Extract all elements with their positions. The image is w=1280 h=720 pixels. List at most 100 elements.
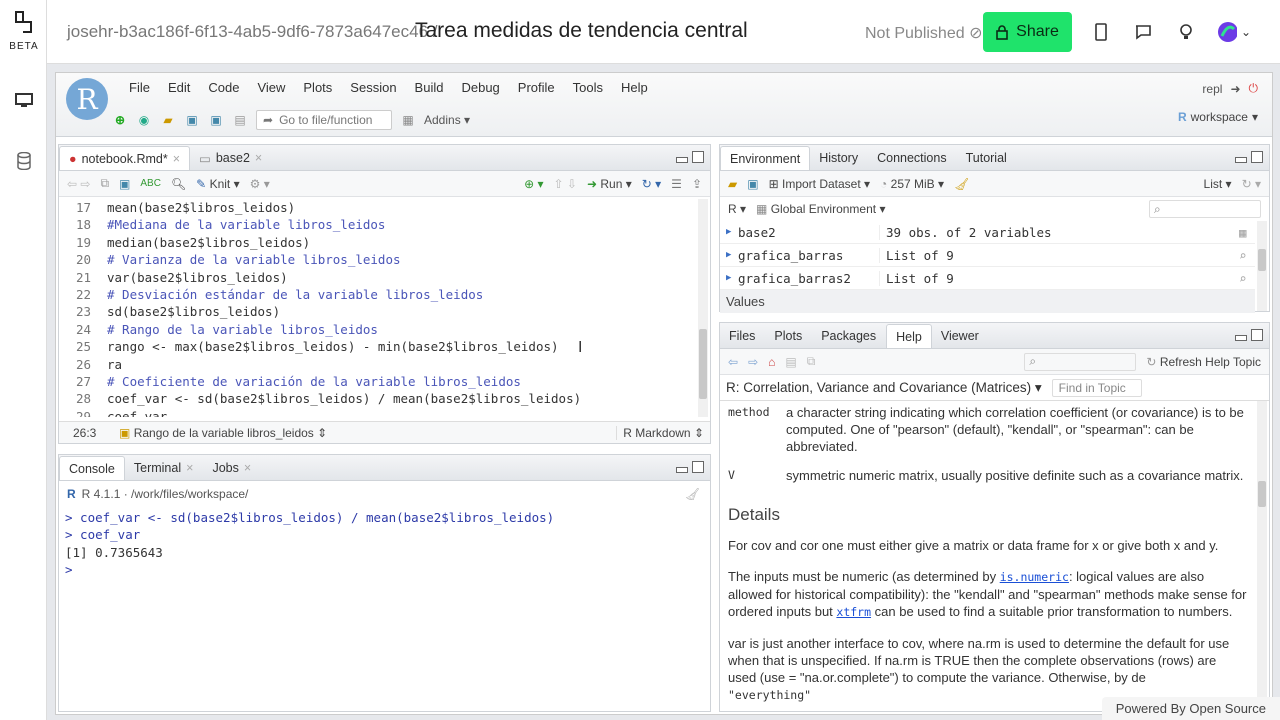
code-line[interactable]: 27 # Coeficiente de variación de la varia… [59, 373, 694, 390]
outline-icon[interactable]: ☰ [671, 177, 682, 191]
database-icon[interactable] [13, 150, 35, 172]
tab-connections[interactable]: Connections [868, 146, 957, 170]
close-icon[interactable]: × [255, 151, 262, 165]
scroll-thumb[interactable] [1258, 481, 1266, 507]
scroll-thumb[interactable] [1258, 249, 1266, 271]
code-line[interactable]: 24 # Rango de la variable libros_leidos [59, 321, 694, 338]
clear-workspace-icon[interactable]: 🧹︎ [954, 177, 969, 191]
grid-icon[interactable]: ▦ [400, 112, 416, 128]
env-row[interactable]: ▶ grafica_barras List of 9 ⌕ [720, 244, 1255, 267]
tab-files[interactable]: Files [720, 324, 765, 348]
share-button[interactable]: Share [983, 12, 1072, 52]
power-icon[interactable]: ⏻ [1249, 81, 1259, 96]
language-menu[interactable]: R ▾ [728, 202, 746, 216]
section-navigator[interactable]: ▣ Rango de la variable libros_leidos ⇕ [115, 426, 327, 440]
expand-icon[interactable]: ▶ [720, 250, 738, 260]
menu-view[interactable]: View [248, 80, 294, 95]
help-search-input[interactable]: ⌕ [1024, 352, 1137, 371]
open-file-icon[interactable]: ▰ [160, 112, 176, 128]
settings-gear-icon[interactable]: ⚙ ▾ [250, 177, 270, 191]
tab-tutorial[interactable]: Tutorial [957, 146, 1017, 170]
lightbulb-icon[interactable] [1176, 22, 1196, 42]
env-scrollbar[interactable] [1257, 221, 1267, 311]
close-icon[interactable]: × [186, 461, 193, 475]
scroll-thumb[interactable] [699, 329, 707, 399]
scope-menu[interactable]: ▦ Global Environment ▾ [756, 202, 885, 216]
table-view-icon[interactable]: ▦ [1239, 225, 1255, 240]
monitor-icon[interactable] [13, 90, 35, 112]
replit-logo[interactable]: BETA [8, 10, 40, 52]
tab-environment[interactable]: Environment [720, 146, 811, 170]
expand-icon[interactable]: ▶ [720, 227, 738, 237]
is-numeric-link[interactable]: is.numeric [1000, 570, 1069, 584]
code-line[interactable]: 23 sd(base2$libros_leidos) [59, 303, 694, 320]
mobile-icon[interactable] [1091, 22, 1111, 42]
spellcheck-icon[interactable]: ABC [140, 178, 161, 189]
tab-viewer[interactable]: Viewer [932, 324, 989, 348]
tab-packages[interactable]: Packages [812, 324, 886, 348]
menu-code[interactable]: Code [199, 80, 248, 95]
env-search-input[interactable]: ⌕ [1149, 200, 1261, 218]
xtfrm-link[interactable]: xtfrm [836, 605, 871, 619]
back-arrow-icon[interactable]: ⇦ [728, 355, 738, 369]
code-editor[interactable]: 17 mean(base2$libros_leidos) 18 #Mediana de… [59, 199, 694, 417]
print-icon[interactable]: ▤ [232, 112, 248, 128]
tab-notebook[interactable]: ● notebook.Rmd* × [59, 146, 191, 170]
code-line[interactable]: 28 coef_var <- sd(base2$libros_leidos) / … [59, 390, 694, 407]
maximize-button[interactable] [1251, 329, 1263, 341]
code-line[interactable]: 20 # Varianza de la variable libros_leido… [59, 251, 694, 268]
expand-icon[interactable]: ▶ [720, 273, 738, 283]
menu-build[interactable]: Build [406, 80, 453, 95]
tab-jobs[interactable]: Jobs × [203, 456, 261, 480]
refresh-help-button[interactable]: ↻ Refresh Help Topic [1146, 355, 1261, 369]
code-line[interactable]: 17 mean(base2$libros_leidos) [59, 199, 694, 216]
menu-edit[interactable]: Edit [159, 80, 199, 95]
env-row[interactable]: ▶ base2 39 obs. of 2 variables ▦ [720, 221, 1255, 244]
tab-history[interactable]: History [810, 146, 868, 170]
menu-session[interactable]: Session [341, 80, 405, 95]
memory-usage[interactable]: ◔ 257 MiB ▾ [880, 177, 944, 191]
env-row[interactable]: ▶ grafica_barras2 List of 9 ⌕ [720, 267, 1255, 290]
code-line[interactable]: 29 coef_var [59, 408, 694, 417]
publish-status[interactable]: Not Published ⊘ [865, 23, 982, 43]
forward-arrow-icon[interactable]: ⇨ [748, 355, 758, 369]
list-view-menu[interactable]: List ▾ [1204, 177, 1232, 191]
knit-button[interactable]: ✎ Knit ▾ [196, 177, 239, 191]
menu-profile[interactable]: Profile [509, 80, 564, 95]
menu-file[interactable]: File [120, 80, 159, 95]
maximize-button[interactable] [1251, 151, 1263, 163]
search-icon[interactable]: ⌕ [1239, 248, 1255, 263]
repl-owner-id[interactable]: josehr-b3ac186f-6f13-4ab5-9df6-7873a647e… [67, 22, 438, 42]
repl-button[interactable]: repl ➜ ⏻ [1202, 81, 1258, 96]
help-scrollbar[interactable] [1257, 401, 1267, 711]
clear-console-icon[interactable]: 🧹︎ [685, 487, 700, 501]
new-project-icon[interactable]: ◉ [136, 112, 152, 128]
repl-title[interactable]: Tarea medidas de tendencia central [415, 19, 748, 43]
save-workspace-icon[interactable]: ▣ [747, 177, 758, 191]
minimize-button[interactable] [676, 157, 688, 163]
menu-help[interactable]: Help [612, 80, 657, 95]
run-button[interactable]: ➜ Run ▾ [587, 177, 632, 191]
tab-plots[interactable]: Plots [765, 324, 812, 348]
refresh-icon[interactable]: ↻ ▾ [1242, 177, 1261, 191]
show-in-window-icon[interactable]: ⧉ [100, 176, 109, 191]
help-topic-menu[interactable]: R: Correlation, Variance and Covariance … [726, 380, 1042, 396]
code-line[interactable]: 18 #Mediana de la variable libros_leidos [59, 216, 694, 233]
print-icon[interactable]: ▤ [785, 355, 796, 369]
chat-icon[interactable] [1133, 22, 1153, 42]
menu-tools[interactable]: Tools [564, 80, 612, 95]
code-line[interactable]: 25 rango <- max(base2$libros_leidos) - mi… [59, 338, 694, 355]
search-icon[interactable]: ⌕ [1239, 271, 1255, 286]
addins-menu[interactable]: Addins ▾ [424, 113, 470, 127]
search-icon[interactable]: 🔍︎ [171, 177, 186, 191]
file-type-menu[interactable]: R Markdown ⇕ [616, 425, 710, 440]
close-icon[interactable]: × [244, 461, 251, 475]
menu-plots[interactable]: Plots [294, 80, 341, 95]
insert-chunk-icon[interactable]: ⊕ ▾ [524, 177, 543, 191]
import-dataset-menu[interactable]: ⊞ Import Dataset ▾ [769, 177, 870, 191]
code-line[interactable]: 22 # Desviación estándar de la variable l… [59, 286, 694, 303]
workspace-menu[interactable]: Rworkspace ▾ [1178, 110, 1258, 124]
tab-terminal[interactable]: Terminal × [125, 456, 204, 480]
maximize-button[interactable] [692, 461, 704, 473]
load-workspace-icon[interactable]: ▰ [728, 177, 737, 191]
